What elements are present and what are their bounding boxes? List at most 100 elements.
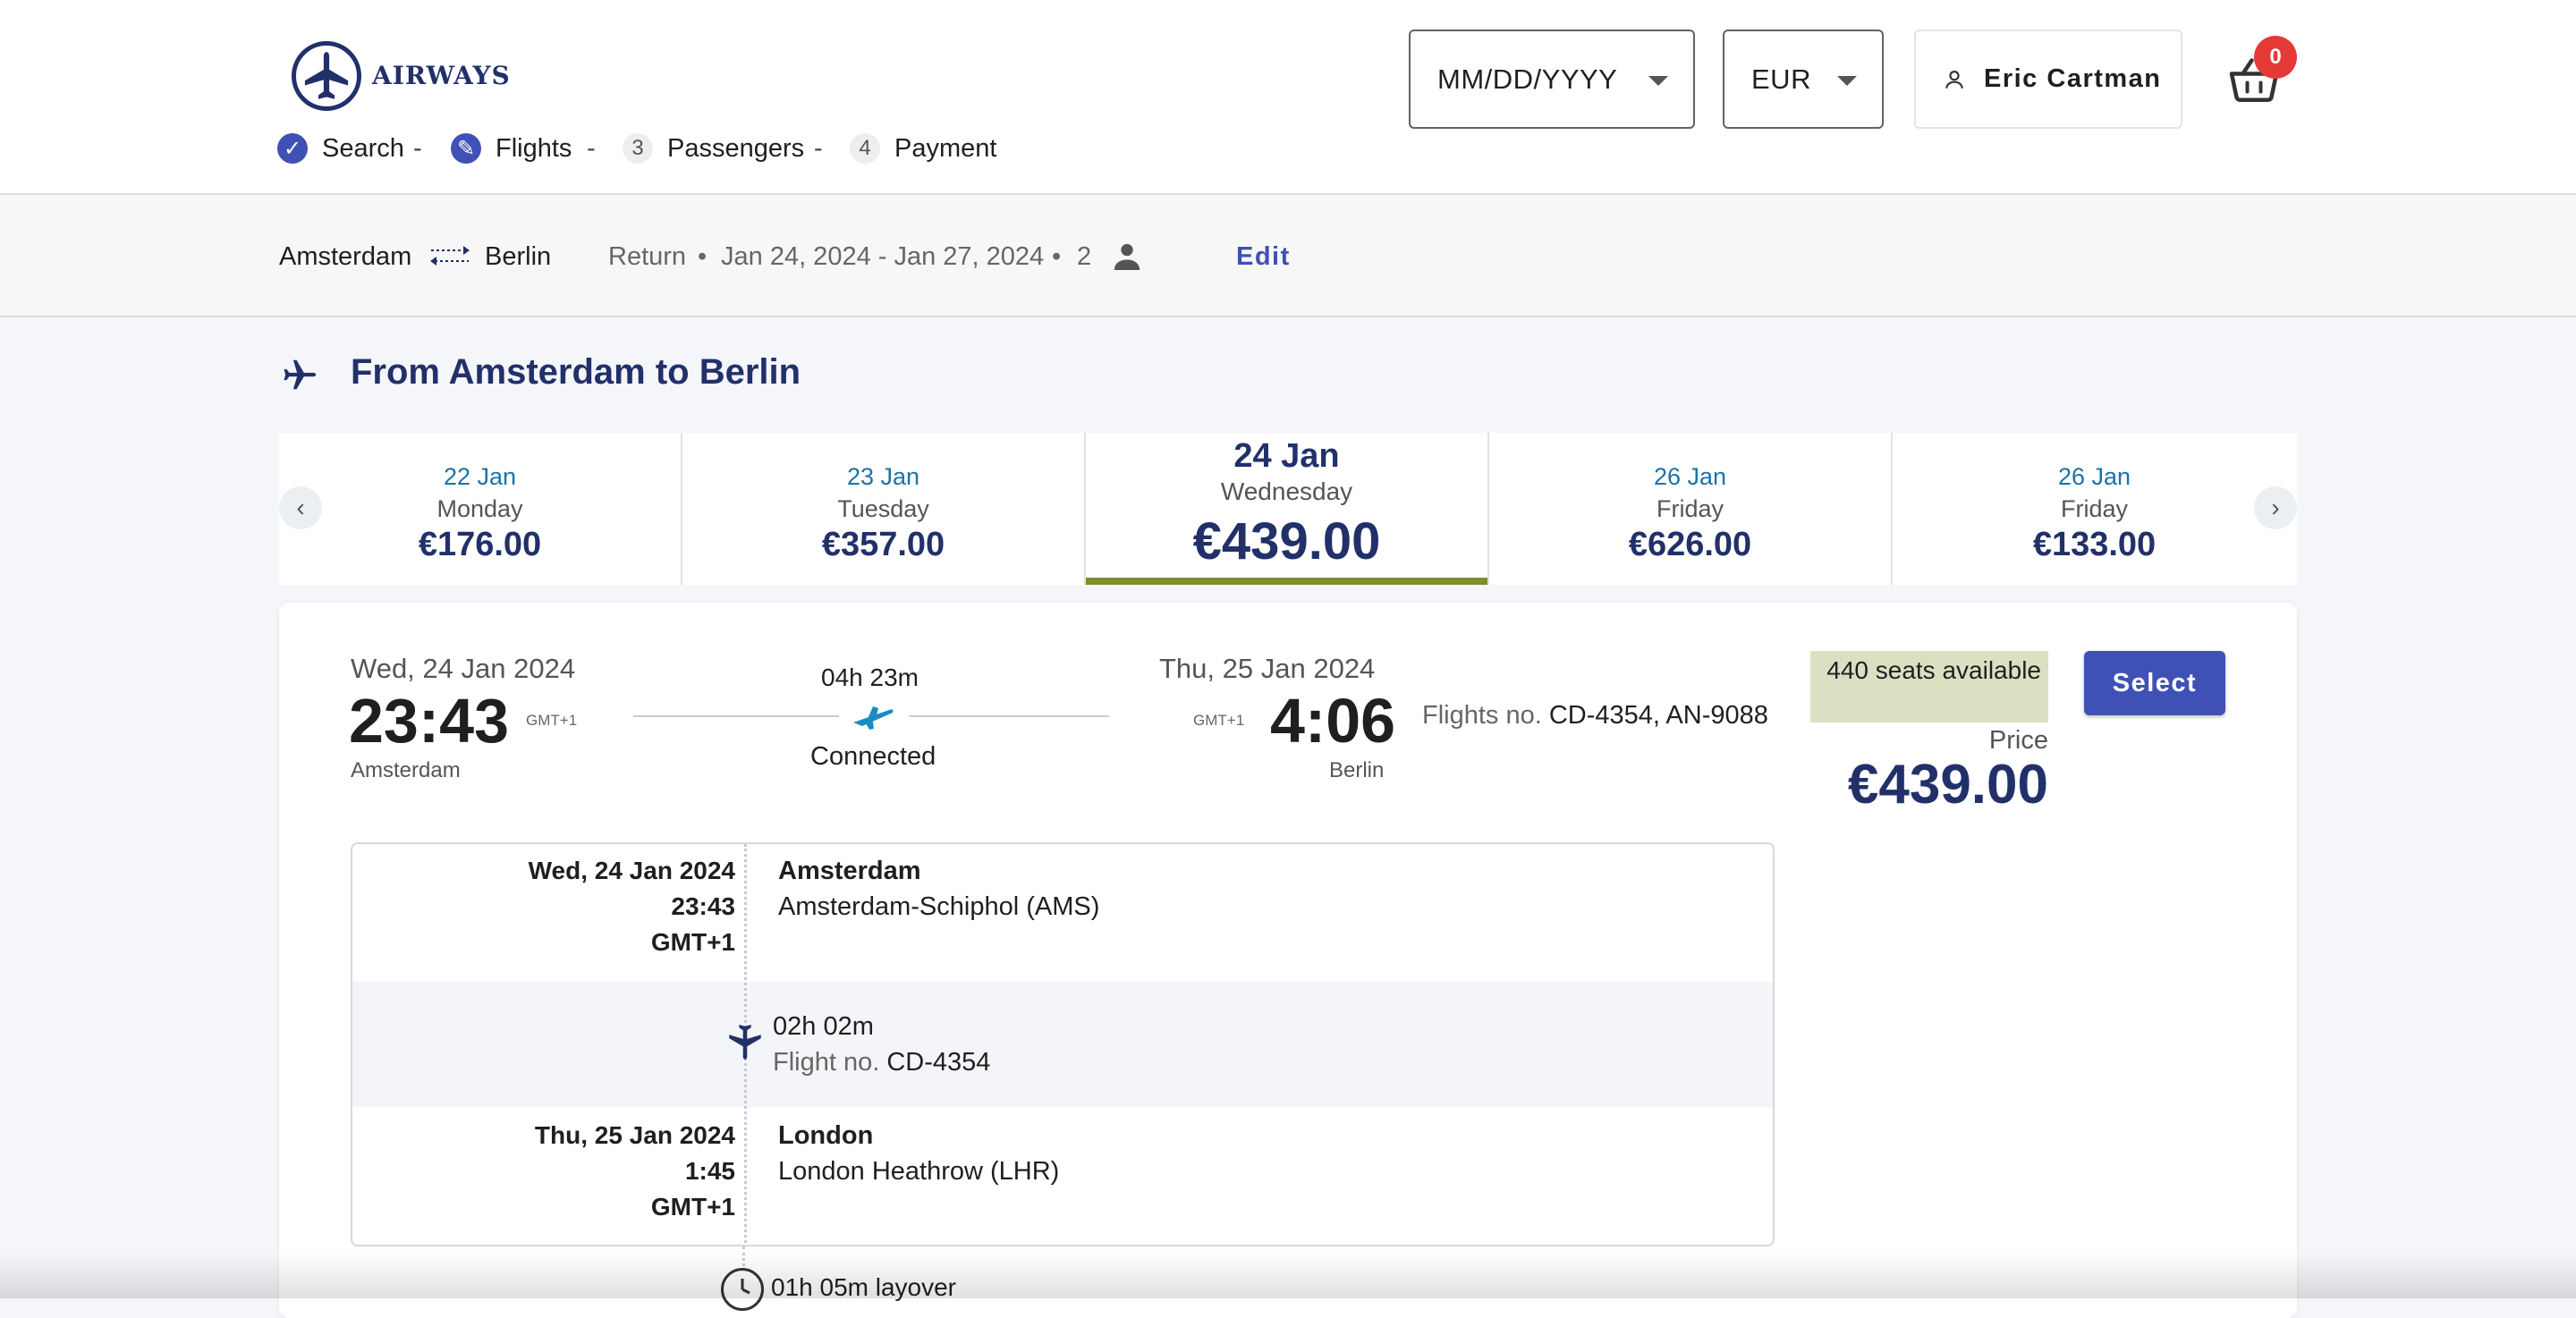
date-tabs: 22 Jan Monday €176.00 23 Jan Tuesday €35… bbox=[279, 433, 2297, 585]
step-separator: - bbox=[587, 134, 596, 163]
step-label: Passengers bbox=[667, 133, 805, 163]
check-icon: ✓ bbox=[277, 133, 308, 164]
step-flights[interactable]: ✎ Flights bbox=[451, 131, 572, 166]
search-summary-bar: Amsterdam Berlin Return • Jan 24, 2024 -… bbox=[0, 196, 2576, 317]
person-icon bbox=[1109, 239, 1145, 284]
prev-dates-button[interactable]: ‹ bbox=[279, 486, 322, 529]
chevron-down-icon bbox=[1648, 76, 1668, 86]
tab-weekday: Tuesday bbox=[837, 495, 929, 522]
segment-departure-time: 23:43 bbox=[671, 892, 735, 920]
leg-flight-number: Flight no. CD-4354 bbox=[773, 1044, 990, 1080]
segment-arrival-time: 1:45 bbox=[684, 1157, 735, 1185]
segment-departure-airport: Amsterdam-Schiphol (AMS) bbox=[778, 892, 1100, 921]
flights-label: Flights no. bbox=[1422, 701, 1542, 730]
brand-name[interactable]: AIRWAYS bbox=[372, 61, 511, 90]
segment-arrival-airport: London Heathrow (LHR) bbox=[778, 1157, 1060, 1186]
price-label: Price bbox=[1988, 726, 2048, 755]
user-icon bbox=[1945, 70, 1963, 89]
summary-origin: Amsterdam bbox=[279, 242, 412, 271]
user-name: Eric Cartman bbox=[1984, 64, 2162, 93]
tab-date: 22 Jan bbox=[443, 463, 517, 490]
date-tab[interactable]: 26 Jan Friday €133.00 bbox=[1893, 433, 2296, 585]
departure-time: 23:43 bbox=[349, 686, 510, 756]
date-tab[interactable]: 26 Jan Friday €626.00 bbox=[1489, 433, 1893, 585]
departure-timezone: GMT+1 bbox=[526, 712, 578, 729]
date-tab[interactable]: 23 Jan Tuesday €357.00 bbox=[682, 433, 1086, 585]
flights-numbers-value: CD-4354, AN-9088 bbox=[1548, 701, 1768, 730]
connection-type: Connected bbox=[810, 742, 936, 771]
airplane-icon bbox=[850, 701, 896, 736]
arrival-timezone: GMT+1 bbox=[1193, 712, 1245, 729]
flight-price: €439.00 bbox=[1847, 754, 2048, 815]
step-separator: - bbox=[413, 134, 422, 163]
date-tab[interactable]: 22 Jan Monday €176.00 bbox=[279, 433, 682, 585]
departure-date: Wed, 24 Jan 2024 bbox=[351, 653, 576, 684]
round-trip-icon bbox=[428, 242, 472, 279]
tab-price: €133.00 bbox=[2032, 526, 2157, 563]
currency-value: EUR bbox=[1751, 63, 1811, 95]
departure-city: Amsterdam bbox=[351, 758, 461, 782]
tab-date: 23 Jan bbox=[846, 463, 920, 490]
select-flight-button[interactable]: Select bbox=[2084, 651, 2225, 715]
segment-arrival-date: Thu, 25 Jan 2024 bbox=[534, 1121, 735, 1149]
step-search[interactable]: ✓ Search bbox=[277, 131, 404, 166]
next-dates-button[interactable]: › bbox=[2254, 486, 2297, 529]
step-number: 3 bbox=[623, 133, 653, 164]
step-label: Search bbox=[322, 133, 404, 163]
step-passengers[interactable]: 3 Passengers bbox=[623, 131, 804, 166]
flight-numbers: Flights no. CD-4354, AN-9088 bbox=[1422, 701, 1768, 731]
step-number: 4 bbox=[850, 133, 880, 164]
segment-arrival-city: London bbox=[778, 1121, 874, 1150]
segment-arrival-tz: GMT+1 bbox=[650, 1193, 735, 1221]
section-title: From Amsterdam to Berlin bbox=[351, 352, 801, 392]
segment-departure-date: Wed, 24 Jan 2024 bbox=[528, 857, 735, 884]
bullet: • bbox=[1052, 242, 1062, 271]
arrival-city: Berlin bbox=[1329, 758, 1385, 782]
currency-select[interactable]: EUR bbox=[1723, 30, 1884, 129]
flight-no-label: Flight no. bbox=[773, 1048, 880, 1077]
active-underline bbox=[1086, 578, 1487, 585]
summary-destination: Berlin bbox=[485, 242, 552, 271]
flight-no-value: CD-4354 bbox=[886, 1048, 991, 1077]
step-payment[interactable]: 4 Payment bbox=[850, 131, 996, 166]
tab-price: €439.00 bbox=[1192, 512, 1381, 570]
tab-weekday: Wednesday bbox=[1220, 477, 1353, 505]
segment-departure-city: Amsterdam bbox=[778, 857, 921, 885]
date-format-value: MM/DD/YYYY bbox=[1437, 63, 1618, 95]
clock-icon bbox=[721, 1268, 764, 1311]
arrival-date: Thu, 25 Jan 2024 bbox=[1159, 653, 1376, 684]
leg-duration: 02h 02m bbox=[773, 1012, 874, 1041]
tab-date: 24 Jan bbox=[1233, 437, 1340, 475]
date-tab-active[interactable]: 24 Jan Wednesday €439.00 bbox=[1086, 433, 1489, 585]
total-duration: 04h 23m bbox=[821, 663, 919, 691]
step-label: Payment bbox=[894, 133, 997, 163]
tab-date: 26 Jan bbox=[2057, 463, 2131, 490]
tab-date: 26 Jan bbox=[1653, 463, 1727, 490]
airplane-icon bbox=[723, 1019, 767, 1069]
summary-dates: Jan 24, 2024 - Jan 27, 2024 bbox=[721, 242, 1045, 271]
tab-price: €626.00 bbox=[1628, 526, 1752, 563]
top-header: AIRWAYS ✓ Search - ✎ Flights - 3 Passeng… bbox=[0, 0, 2576, 195]
bullet: • bbox=[698, 242, 708, 271]
itinerary-details: Wed, 24 Jan 2024 23:43 GMT+1 Amsterdam A… bbox=[351, 842, 1775, 1246]
date-format-select[interactable]: MM/DD/YYYY bbox=[1409, 30, 1695, 129]
chevron-down-icon bbox=[1837, 76, 1857, 86]
tab-weekday: Friday bbox=[2060, 495, 2128, 522]
tab-weekday: Monday bbox=[436, 495, 523, 522]
airplane-logo-icon[interactable] bbox=[292, 41, 361, 111]
tab-weekday: Friday bbox=[1656, 495, 1724, 522]
route-line bbox=[909, 715, 1109, 717]
edit-search-button[interactable]: Edit bbox=[1236, 239, 1291, 275]
step-separator: - bbox=[814, 134, 823, 163]
pencil-icon: ✎ bbox=[451, 133, 481, 164]
tab-price: €357.00 bbox=[821, 526, 945, 563]
route-line bbox=[633, 715, 839, 717]
summary-trip-type: Return bbox=[608, 242, 687, 271]
tab-price: €176.00 bbox=[418, 526, 542, 563]
summary-passengers: 2 bbox=[1077, 242, 1092, 271]
airplane-icon bbox=[279, 354, 320, 400]
flight-leg-row bbox=[352, 982, 1773, 1107]
seats-available-badge: 440 seats available bbox=[1810, 651, 2048, 722]
step-label: Flights bbox=[496, 133, 572, 163]
user-account-button[interactable]: Eric Cartman bbox=[1914, 30, 2182, 129]
